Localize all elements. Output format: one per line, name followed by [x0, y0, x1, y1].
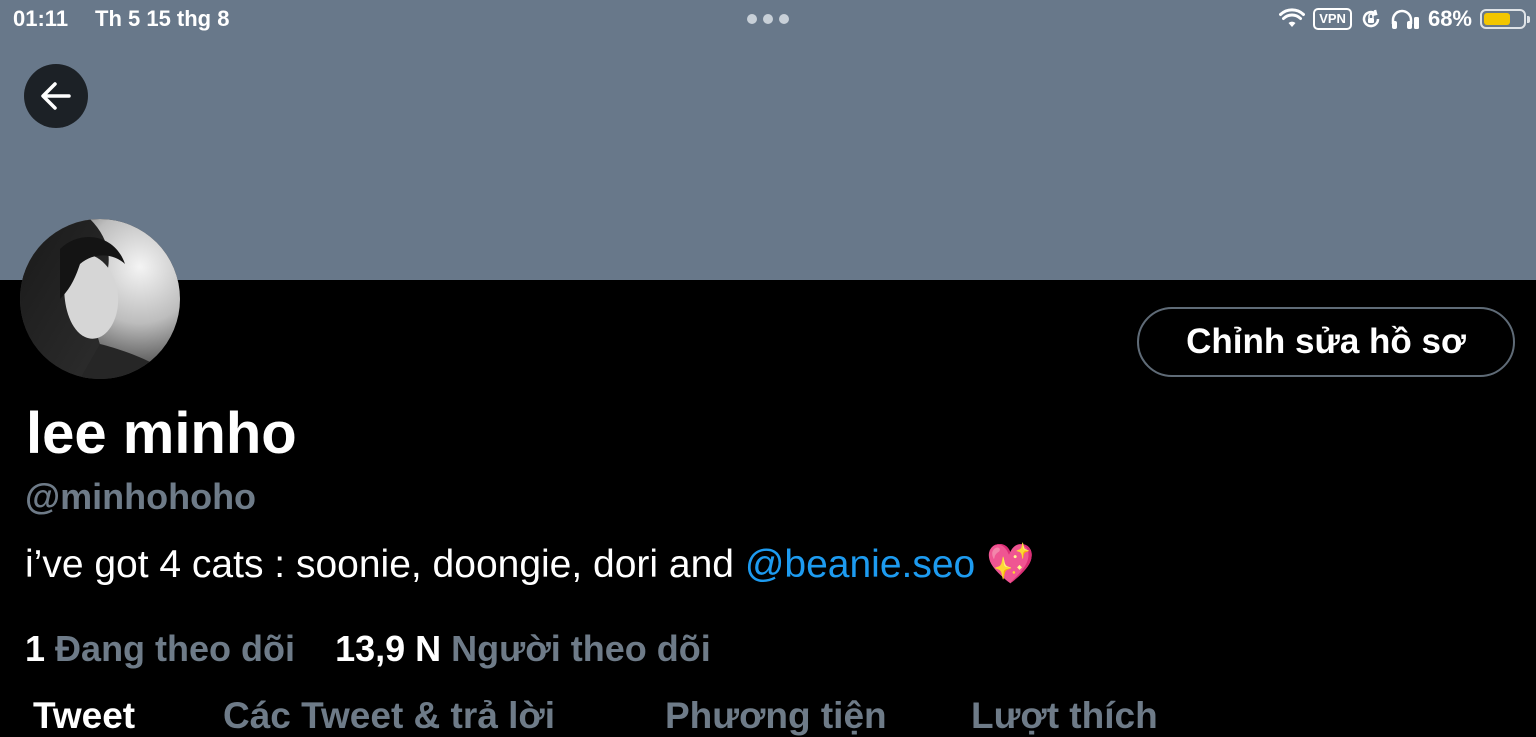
followers-link[interactable]: 13,9 N Người theo dõi — [335, 628, 711, 669]
rotation-lock-icon — [1362, 9, 1380, 28]
status-date: Th 5 15 thg 8 — [95, 6, 230, 31]
multitasking-dots[interactable] — [747, 14, 789, 24]
followers-count: 13,9 N — [335, 628, 442, 669]
battery-icon — [1480, 9, 1530, 29]
headphones-icon — [1391, 9, 1419, 29]
profile-display-name: lee minho — [26, 401, 297, 466]
avatar-photo — [20, 219, 180, 379]
profile-handle: @minhohoho — [25, 476, 257, 517]
status-time: 01:11 — [13, 6, 69, 31]
vpn-badge: VPN — [1313, 8, 1352, 30]
tab-tweets-and-replies[interactable]: Các Tweet & trả lời — [223, 695, 555, 737]
follow-stats: 1 Đang theo dõi 13,9 N Người theo dõi — [25, 628, 711, 670]
back-button[interactable] — [24, 64, 88, 128]
battery-percentage: 68% — [1427, 6, 1472, 31]
tab-media[interactable]: Phương tiện — [665, 695, 887, 737]
arrow-left-icon — [41, 82, 71, 110]
tab-tweets[interactable]: Tweet — [33, 695, 135, 737]
profile-tabs: Tweet Các Tweet & trả lời Phương tiện Lư… — [0, 695, 1536, 737]
tab-likes[interactable]: Lượt thích — [971, 695, 1158, 737]
following-link[interactable]: 1 Đang theo dõi — [25, 628, 295, 669]
following-count: 1 — [25, 628, 46, 669]
wifi-icon — [1279, 8, 1306, 27]
bio-mention-link[interactable]: @beanie.seo — [745, 543, 975, 586]
profile-avatar[interactable] — [20, 219, 180, 379]
following-label: Đang theo dõi — [55, 628, 296, 669]
bio-text: i’ve got 4 cats : soonie, doongie, dori … — [25, 543, 745, 586]
profile-banner — [0, 0, 1536, 280]
followers-label: Người theo dõi — [451, 628, 711, 669]
profile-bio: i’ve got 4 cats : soonie, doongie, dori … — [25, 541, 1035, 587]
status-bar: 01:11 Th 5 15 thg 8 VPN 68% — [0, 0, 1536, 40]
sparkling-heart-icon: 💖 — [986, 543, 1035, 586]
edit-profile-button[interactable]: Chỉnh sửa hồ sơ — [1137, 307, 1515, 377]
